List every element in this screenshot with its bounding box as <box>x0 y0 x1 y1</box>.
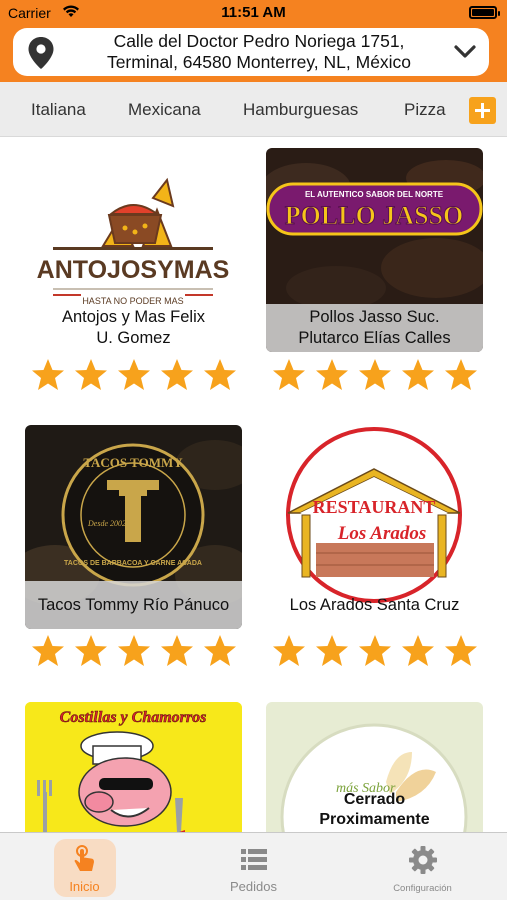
closed-label: Cerrado Proximamente <box>319 791 430 828</box>
restaurant-name: Los Arados Santa Cruz <box>289 595 460 614</box>
star-icon <box>402 635 434 666</box>
restaurant-card-los-arados[interactable]: RESTAURANT Los Arados Los Arados Santa C… <box>266 425 483 629</box>
star-icon <box>359 635 391 666</box>
svg-text:ANTOJOSYMAS: ANTOJOSYMAS <box>37 256 230 284</box>
star-icon <box>32 359 64 390</box>
rating-stars <box>266 634 483 668</box>
restaurant-card-tacos-tommy[interactable]: TACOS TOMMY Desde 2002 TACOS DE BARBACOA… <box>25 425 242 629</box>
app-screen: Carrier 11:51 AM Calle del Doctor Pedro … <box>0 0 507 900</box>
category-bar: Italiana Mexicana Hamburguesas Pizza <box>0 82 507 137</box>
tab-bar: Inicio Pedidos Configuración <box>0 832 507 900</box>
add-category-button[interactable] <box>469 97 496 124</box>
star-icon <box>316 359 348 390</box>
star-icon <box>316 635 348 666</box>
star-icon <box>118 359 150 390</box>
status-bar: Carrier 11:51 AM <box>0 0 507 26</box>
battery-icon <box>469 6 500 19</box>
tab-label: Pedidos <box>230 879 277 894</box>
address-line-2: Terminal, 64580 Monterrey, NL, México <box>106 52 412 72</box>
svg-text:Los Arados: Los Arados <box>337 523 427 544</box>
restaurant-card-antojos[interactable]: ANTOJOSYMAS HASTA NO PODER MAS Antojos y… <box>25 148 242 352</box>
chevron-down-icon[interactable] <box>453 42 477 62</box>
star-icon <box>32 635 64 666</box>
svg-text:TACOS DE BARBACOA Y CARNE ASAD: TACOS DE BARBACOA Y CARNE ASADA <box>64 560 202 567</box>
svg-text:Costillas y Chamorros: Costillas y Chamorros <box>60 709 207 726</box>
rating-stars <box>25 634 242 668</box>
tab-label: Inicio <box>69 879 100 894</box>
header-bar: Carrier 11:51 AM Calle del Doctor Pedro … <box>0 0 507 82</box>
svg-text:EL AUTENTICO SABOR DEL NORTE: EL AUTENTICO SABOR DEL NORTE <box>305 190 444 199</box>
category-mexicana[interactable]: Mexicana <box>128 100 201 120</box>
svg-text:POLLO JASSO: POLLO JASSO <box>285 201 463 230</box>
address-line-1: Calle del Doctor Pedro Noriega 1751, <box>113 31 405 51</box>
star-icon <box>204 635 236 666</box>
address-selector[interactable]: Calle del Doctor Pedro Noriega 1751, Ter… <box>13 28 489 76</box>
tab-label: Configuración <box>393 883 452 894</box>
status-time: 11:51 AM <box>221 4 286 21</box>
star-icon <box>161 359 193 390</box>
restaurant-name: Pollos Jasso Suc. Plutarco Elías Calles <box>266 304 483 352</box>
svg-text:Desde 2002: Desde 2002 <box>87 519 126 528</box>
star-icon <box>359 359 391 390</box>
star-icon <box>402 359 434 390</box>
restaurant-name: Antojos y Mas Felix U. Gomez <box>61 308 206 347</box>
rating-stars <box>25 358 242 392</box>
list-icon <box>241 849 267 870</box>
tab-configuracion[interactable]: Configuración <box>338 833 507 900</box>
category-italiana[interactable]: Italiana <box>31 100 86 120</box>
restaurant-card-pollos-jasso[interactable]: EL AUTENTICO SABOR DEL NORTE POLLO JASSO… <box>266 148 483 352</box>
category-hamburguesas[interactable]: Hamburguesas <box>243 100 358 120</box>
star-icon <box>445 635 477 666</box>
tab-inicio[interactable]: Inicio <box>0 833 169 900</box>
star-icon <box>161 635 193 666</box>
tap-hand-icon <box>74 845 94 871</box>
gear-icon <box>409 846 437 874</box>
star-icon <box>273 359 305 390</box>
location-pin-icon <box>28 37 54 69</box>
svg-text:TACOS TOMMY: TACOS TOMMY <box>83 455 183 470</box>
star-icon <box>118 635 150 666</box>
category-pizza[interactable]: Pizza <box>404 100 446 120</box>
address-text: Calle del Doctor Pedro Noriega 1751, Ter… <box>65 31 453 73</box>
star-icon <box>75 359 107 390</box>
svg-text:RESTAURANT: RESTAURANT <box>313 497 436 517</box>
star-icon <box>75 635 107 666</box>
rating-stars <box>266 358 483 392</box>
tab-pedidos[interactable]: Pedidos <box>169 833 338 900</box>
star-icon <box>204 359 236 390</box>
restaurant-name: Tacos Tommy Río Pánuco <box>25 581 242 629</box>
star-icon <box>273 635 305 666</box>
star-icon <box>445 359 477 390</box>
